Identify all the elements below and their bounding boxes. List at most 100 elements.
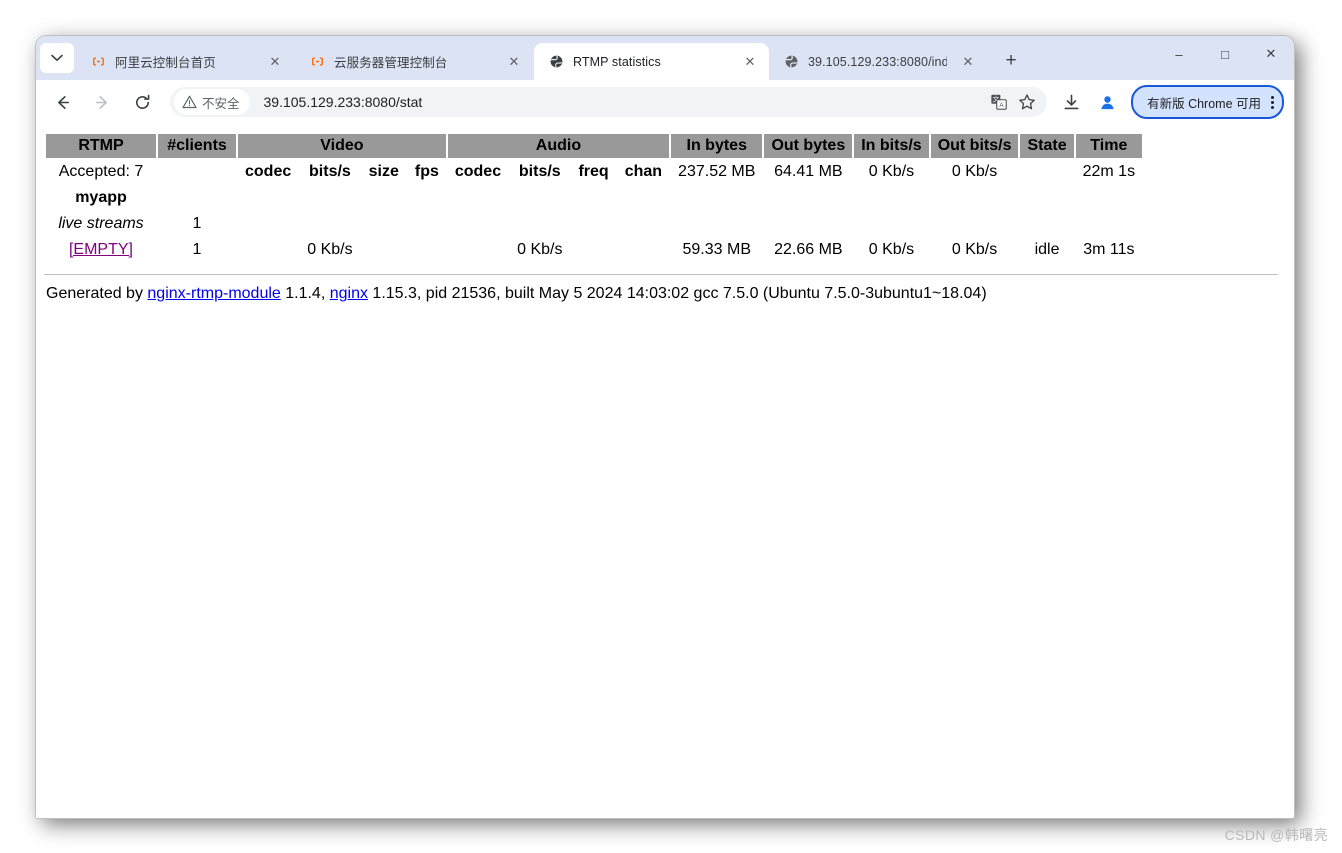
profile-icon (1098, 93, 1117, 112)
column-header-out-bytes: Out bytes (764, 134, 852, 158)
table-row: [EMPTY]10 Kb/s0 Kb/s59.33 MB22.66 MB0 Kb… (46, 238, 1142, 262)
browser-tab-title-3: 39.105.129.233:8080/index.ht (808, 55, 947, 69)
live-row-spacer-0 (238, 212, 298, 236)
page-content: RTMP#clientsVideoAudioIn bytesOut bytesI… (36, 124, 1294, 818)
tab-close-icon-1[interactable]: ✕ (503, 51, 525, 73)
table-accepted-row: Accepted: 7codecbits/ssizefpscodecbits/s… (46, 160, 1142, 184)
stream-out-bytes: 22.66 MB (764, 238, 852, 262)
live-streams-count: 1 (158, 212, 236, 236)
csdn-watermark: CSDN @韩曙亮 (1225, 825, 1328, 845)
live-row-spacer-9 (764, 212, 852, 236)
app-row-spacer-10 (764, 186, 852, 210)
subheader-audio-bits: bits/s (510, 160, 569, 184)
browser-tab-title-0: 阿里云控制台首页 (115, 52, 254, 71)
security-status-label: 不安全 (202, 93, 240, 112)
subheader-video-fps: fps (408, 160, 446, 184)
subheader-video-bits: bits/s (300, 160, 359, 184)
application-name: myapp (46, 186, 156, 210)
total-out-bits: 0 Kb/s (931, 160, 1019, 184)
app-row-spacer-4 (408, 186, 446, 210)
subheader-video-codec: codec (238, 160, 298, 184)
chrome-update-available-button[interactable]: 有新版 Chrome 可用 (1131, 85, 1284, 119)
window-close-button[interactable]: ✕ (1248, 36, 1294, 72)
translate-icon[interactable]: 文 A (985, 88, 1013, 116)
stream-in-bytes: 59.33 MB (671, 238, 762, 262)
footer-nginx-rest: 1.15.3, pid 21536, built May 5 2024 14:0… (368, 285, 987, 302)
browser-tab-2[interactable]: RTMP statistics ✕ (534, 43, 769, 80)
download-icon (1062, 93, 1081, 112)
reload-button[interactable] (125, 85, 159, 119)
accepted-clients (158, 160, 236, 184)
window-maximize-button[interactable]: □ (1202, 36, 1248, 72)
rtmp-statistics-table: RTMP#clientsVideoAudioIn bytesOut bytesI… (44, 132, 1144, 264)
tab-close-icon-2[interactable]: ✕ (739, 51, 761, 73)
security-status-chip[interactable]: 不安全 (174, 89, 250, 115)
new-tab-button[interactable]: + (997, 47, 1025, 75)
live-row-spacer-3 (408, 212, 446, 236)
stream-out-bits: 0 Kb/s (931, 238, 1019, 262)
tab-strip: 阿里云控制台首页 ✕ 云服务器管理控制台 ✕ (36, 36, 1294, 80)
stream-video-codec (238, 238, 298, 262)
downloads-button[interactable] (1055, 86, 1087, 118)
page-footer: Generated by nginx-rtmp-module 1.1.4, ng… (44, 285, 1294, 303)
chrome-update-label: 有新版 Chrome 可用 (1147, 93, 1261, 112)
live-row-spacer-1 (300, 212, 359, 236)
live-row-spacer-7 (618, 212, 669, 236)
stream-audio-chan (618, 238, 669, 262)
back-button[interactable] (45, 85, 79, 119)
total-in-bytes: 237.52 MB (671, 160, 762, 184)
nginx-link[interactable]: nginx (330, 285, 368, 302)
live-row-spacer-11 (931, 212, 1019, 236)
browser-tab-3[interactable]: 39.105.129.233:8080/index.ht ✕ (769, 43, 987, 80)
nginx-rtmp-module-link[interactable]: nginx-rtmp-module (147, 285, 280, 302)
live-row-spacer-4 (448, 212, 508, 236)
url-text: 39.105.129.233:8080/stat (264, 94, 986, 110)
browser-menu-icon[interactable] (1271, 96, 1274, 109)
app-row-spacer-1 (238, 186, 298, 210)
browser-tab-0[interactable]: 阿里云控制台首页 ✕ (76, 43, 294, 80)
footer-module-version: 1.1.4, (281, 285, 330, 302)
chrome-browser-window: 阿里云控制台首页 ✕ 云服务器管理控制台 ✕ (36, 36, 1294, 818)
stream-audio-bits: 0 Kb/s (510, 238, 569, 262)
column-header-state: State (1020, 134, 1073, 158)
tab-close-icon-3[interactable]: ✕ (957, 51, 979, 73)
tab-close-icon-0[interactable]: ✕ (264, 51, 286, 73)
bookmark-star-icon[interactable] (1013, 88, 1041, 116)
app-row-spacer-7 (571, 186, 615, 210)
column-header-rtmp: RTMP (46, 134, 156, 158)
profile-avatar-button[interactable] (1091, 86, 1123, 118)
subheader-audio-codec: codec (448, 160, 508, 184)
globe-icon (783, 54, 799, 70)
table-header-row-top: RTMP#clientsVideoAudioIn bytesOut bytesI… (46, 134, 1142, 158)
accepted-count: Accepted: 7 (46, 160, 156, 184)
app-row-spacer-2 (300, 186, 359, 210)
app-row-spacer-3 (362, 186, 406, 210)
browser-tab-title-1: 云服务器管理控制台 (334, 52, 493, 71)
app-row-spacer-12 (931, 186, 1019, 210)
forward-button[interactable] (85, 85, 119, 119)
stream-state: idle (1020, 238, 1073, 262)
stream-name-cell: [EMPTY] (46, 238, 156, 262)
total-in-bits: 0 Kb/s (854, 160, 928, 184)
arrow-right-icon (93, 93, 112, 112)
stream-name-link[interactable]: [EMPTY] (69, 241, 133, 258)
column-header-out-bits: Out bits/s (931, 134, 1019, 158)
warning-triangle-icon (182, 95, 197, 109)
app-row-spacer-9 (671, 186, 762, 210)
column-header-audio: Audio (448, 134, 669, 158)
alibaba-cloud-icon (309, 54, 325, 70)
content-divider (44, 274, 1278, 275)
tab-search-button[interactable] (40, 43, 74, 73)
stream-video-size (362, 238, 406, 262)
stream-clients: 1 (158, 238, 236, 262)
app-row-spacer-0 (158, 186, 236, 210)
live-row-spacer-5 (510, 212, 569, 236)
subheader-audio-chan: chan (618, 160, 669, 184)
browser-toolbar: 不安全 39.105.129.233:8080/stat 文 A (36, 80, 1294, 124)
address-bar[interactable]: 不安全 39.105.129.233:8080/stat 文 A (170, 87, 1047, 117)
subheader-video-size: size (362, 160, 406, 184)
app-row-spacer-5 (448, 186, 508, 210)
browser-tab-1[interactable]: 云服务器管理控制台 ✕ (295, 43, 533, 80)
window-minimize-button[interactable]: – (1156, 36, 1202, 72)
stream-audio-codec (448, 238, 508, 262)
